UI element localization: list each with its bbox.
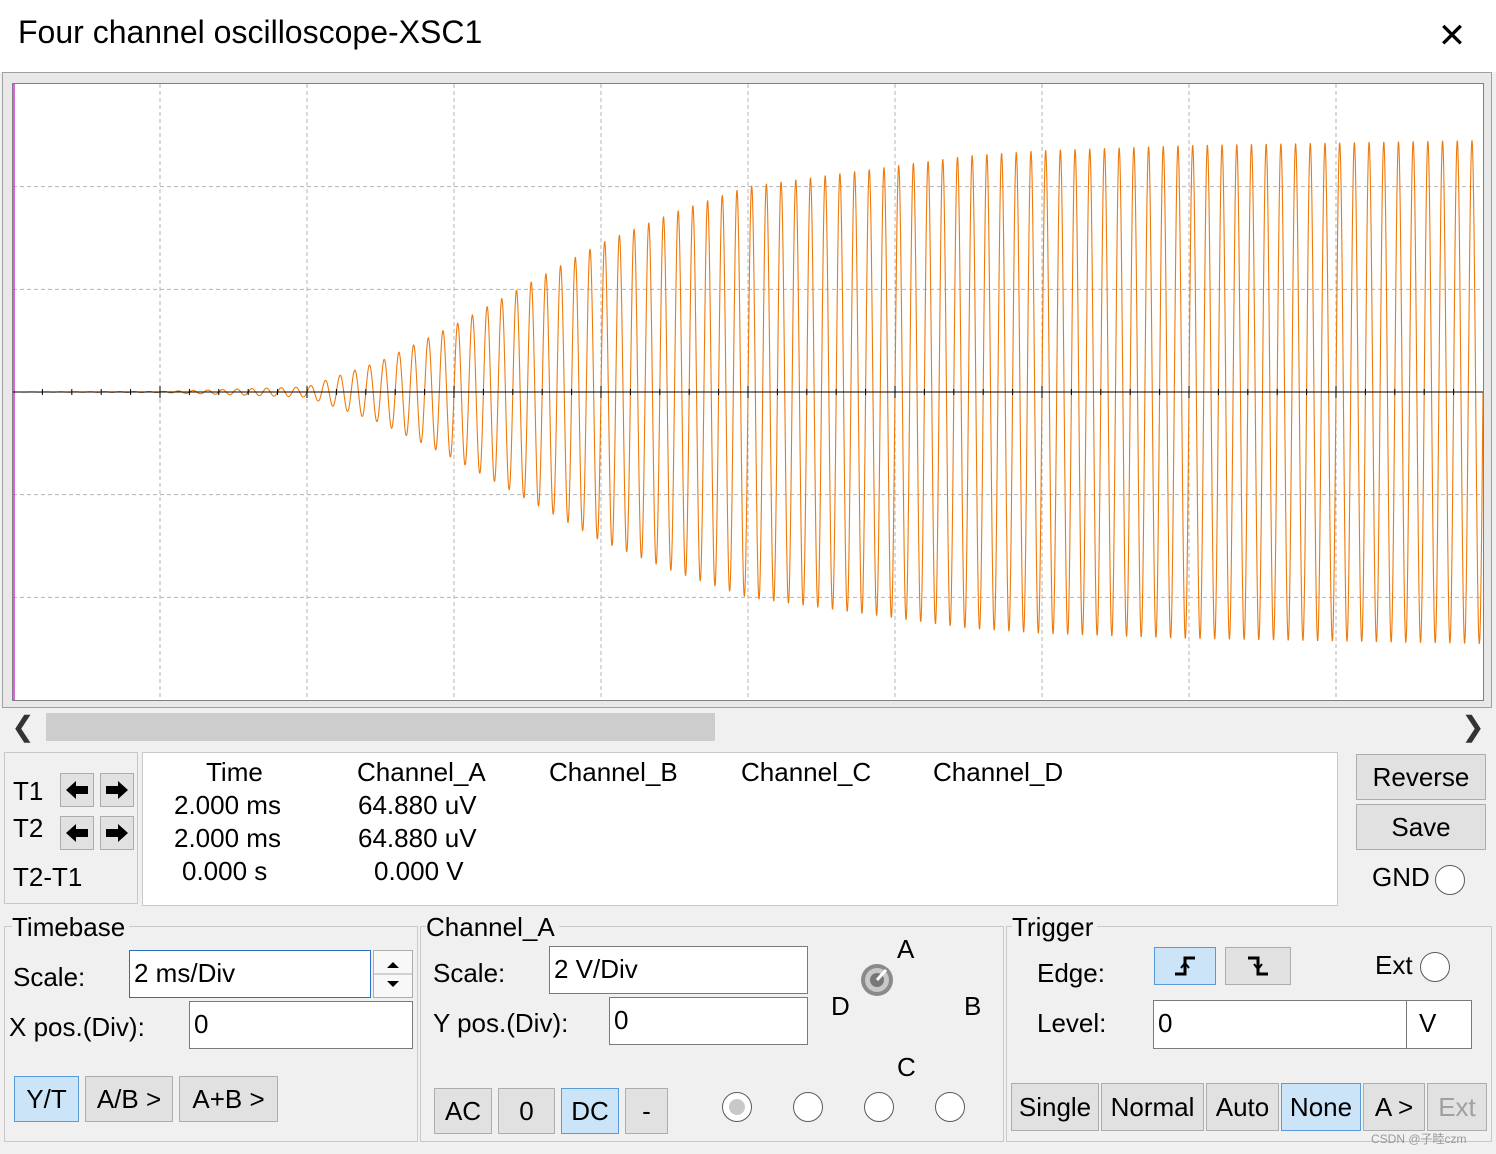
close-icon[interactable]: ✕ [1432,16,1472,56]
header-channel-d: Channel_D [933,757,1064,787]
arrow-left-icon [66,824,88,842]
channel-scale-input[interactable]: 2 V/Div [549,946,808,994]
ypos-input[interactable]: 0 [609,997,808,1045]
scroll-right-icon[interactable]: ❯ [1458,712,1488,742]
window-title: Four channel oscilloscope-XSC1 [18,14,483,50]
xpos-input[interactable]: 0 [189,1001,413,1049]
waveform-plot [13,84,1483,700]
trigger-none-button[interactable]: None [1281,1083,1361,1131]
arrow-right-icon [106,824,128,842]
diff-channel-a: 0.000 V [374,856,464,886]
arrow-right-icon [106,781,128,799]
save-button[interactable]: Save [1356,804,1486,850]
rising-edge-icon [1175,956,1195,976]
trigger-ext-button[interactable]: Ext [1427,1083,1487,1131]
channel-d-radio[interactable] [935,1092,965,1122]
level-label: Level: [1037,1008,1107,1038]
ext-radio[interactable] [1420,952,1450,982]
t2-time: 2.000 ms [174,823,281,853]
level-input[interactable]: 0 [1153,1000,1407,1049]
header-channel-a: Channel_A [357,757,486,787]
channel-b-radio[interactable] [793,1092,823,1122]
timebase-title: Timebase [12,912,130,943]
t2-label: T2 [13,813,44,843]
t2-right-button[interactable] [100,816,134,850]
channel-a-radio[interactable] [722,1092,752,1122]
t2-left-button[interactable] [60,816,94,850]
header-channel-c: Channel_C [741,757,872,787]
a-plus-b-mode-button[interactable]: A+B > [179,1076,278,1122]
trigger-normal-button[interactable]: Normal [1101,1083,1204,1131]
knob-label-d: D [831,991,850,1021]
reverse-button[interactable]: Reverse [1356,754,1486,800]
t2-t1-label: T2-T1 [13,862,83,892]
knob-label-b: B [964,991,982,1021]
channel-c-radio[interactable] [864,1092,894,1122]
xpos-label: X pos.(Div): [9,1012,145,1042]
coupling-dc-button[interactable]: DC [561,1088,619,1134]
trigger-single-button[interactable]: Single [1011,1083,1099,1131]
knob-label-a: A [897,934,915,964]
t1-right-button[interactable] [100,773,134,807]
arrow-left-icon [66,781,88,799]
gnd-radio[interactable] [1435,865,1465,895]
rising-edge-button[interactable] [1154,947,1216,985]
knob-icon [861,964,893,996]
ab-mode-button[interactable]: A/B > [85,1076,173,1122]
coupling-zero-button[interactable]: 0 [498,1088,555,1134]
ypos-label: Y pos.(Div): [433,1008,569,1038]
level-unit[interactable]: V [1406,1000,1472,1049]
falling-edge-button[interactable] [1225,947,1291,985]
t1-label: T1 [13,776,44,806]
t1-time: 2.000 ms [174,790,281,820]
timebase-scale-spinner[interactable] [373,950,413,998]
trigger-a-button[interactable]: A > [1363,1083,1425,1131]
coupling-minus-button[interactable]: - [625,1088,668,1134]
watermark: CSDN @子睦czm [1371,1132,1467,1146]
trigger-title: Trigger [1012,912,1098,943]
edge-label: Edge: [1037,958,1105,988]
t1-channel-a: 64.880 uV [358,790,477,820]
knob-label-c: C [897,1052,916,1082]
coupling-ac-button[interactable]: AC [434,1088,492,1134]
timebase-scale-input[interactable]: 2 ms/Div [129,950,371,998]
channel-title: Channel_A [426,912,559,943]
t1-left-button[interactable] [60,773,94,807]
t2-channel-a: 64.880 uV [358,823,477,853]
scroll-left-icon[interactable]: ❮ [8,712,38,742]
cursor-readout [142,752,1338,906]
trigger-auto-button[interactable]: Auto [1206,1083,1279,1131]
falling-edge-icon [1248,956,1268,976]
scroll-thumb[interactable] [46,713,715,741]
diff-time: 0.000 s [182,856,268,886]
yt-mode-button[interactable]: Y/T [14,1076,79,1122]
spinner-arrows-icon [374,962,412,987]
channel-scale-label: Scale: [433,958,506,988]
gnd-label: GND [1372,862,1430,892]
header-channel-b: Channel_B [549,757,678,787]
timebase-scale-label: Scale: [13,962,86,992]
ext-label: Ext [1375,950,1413,980]
channel-select-knob[interactable] [858,961,896,999]
header-time: Time [206,757,263,787]
oscilloscope-screen[interactable] [12,83,1484,701]
